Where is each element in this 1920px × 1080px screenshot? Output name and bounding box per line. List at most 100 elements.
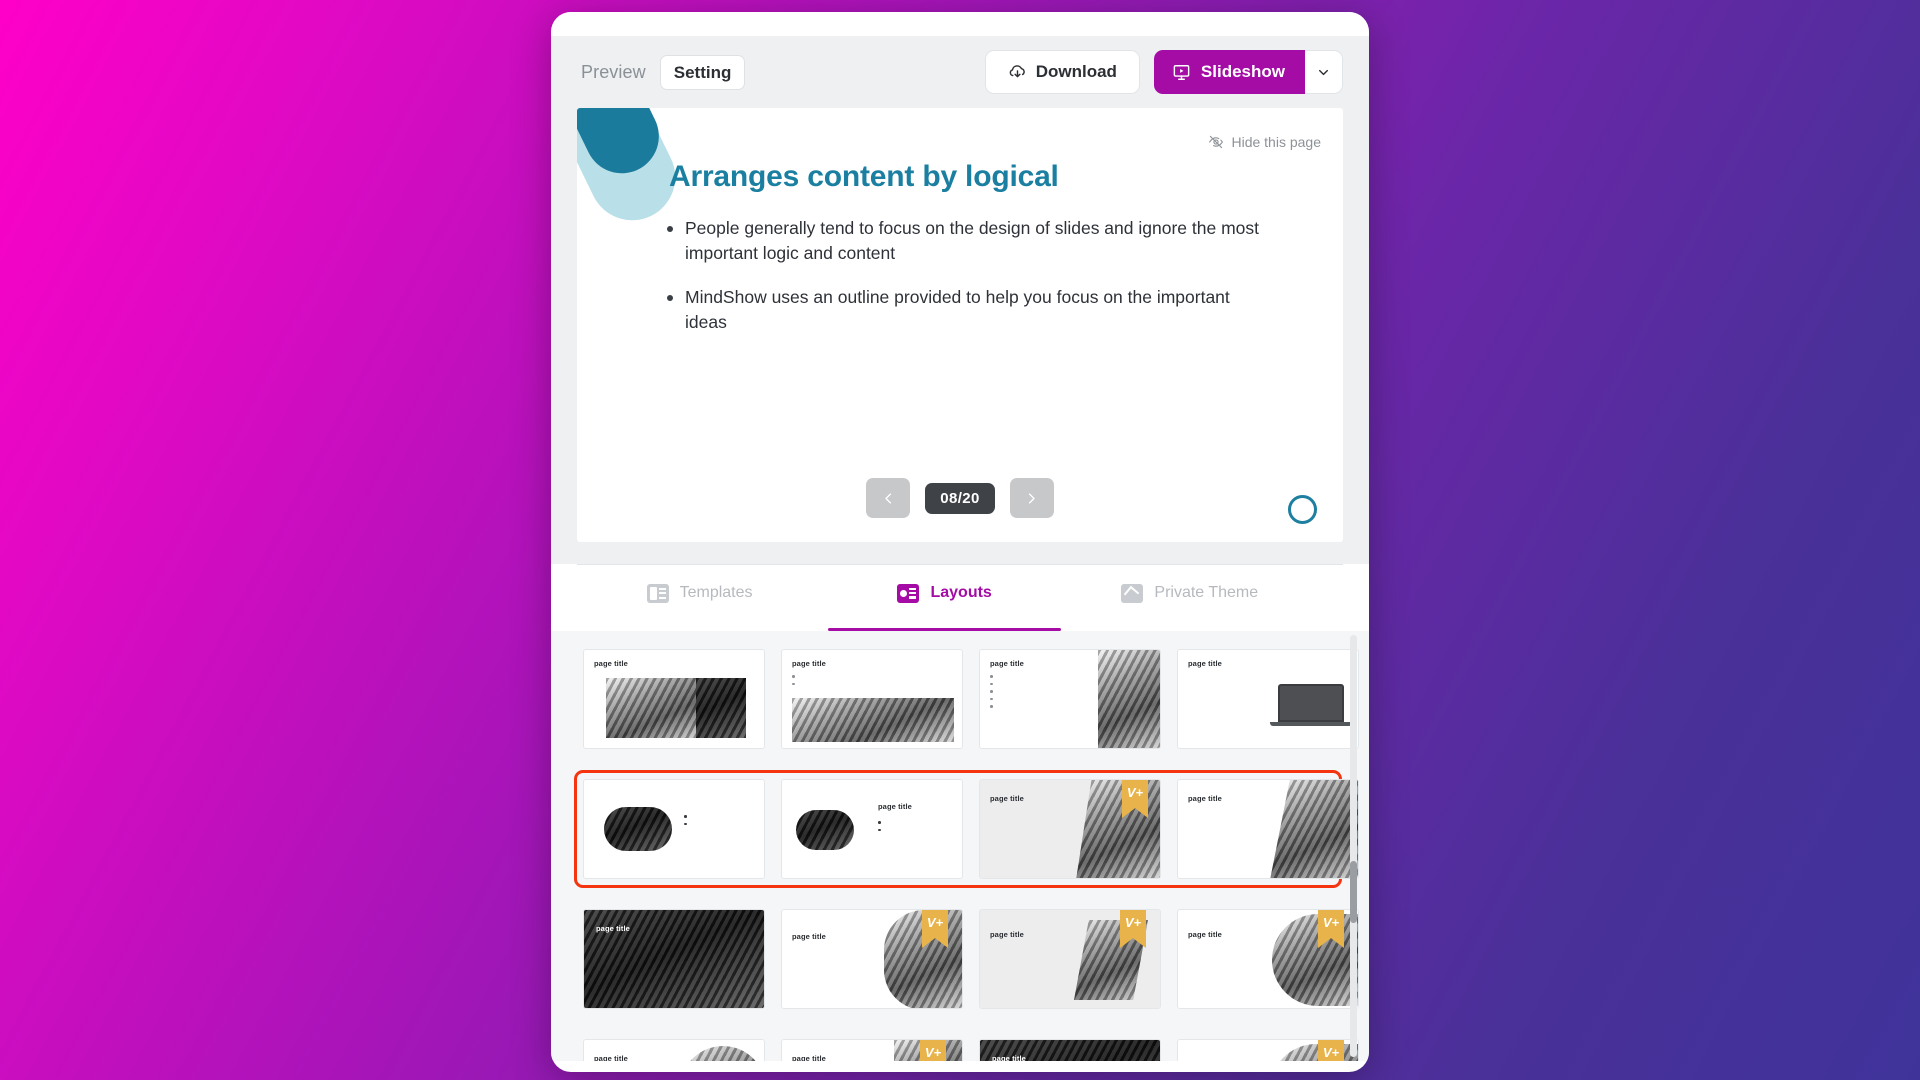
- laptop-screen-icon: [1278, 684, 1344, 722]
- tab-layouts[interactable]: Layouts: [822, 565, 1067, 631]
- thumbnail-page-title: page title: [878, 802, 912, 811]
- tab-setting[interactable]: Setting: [659, 54, 746, 90]
- chevron-down-icon: [1319, 69, 1328, 75]
- slideshow-dropdown-button[interactable]: [1305, 50, 1343, 94]
- tab-private-theme-label: Private Theme: [1154, 584, 1259, 601]
- tab-private-theme[interactable]: Private Theme: [1067, 565, 1312, 631]
- layout-thumbnail[interactable]: page title: [1177, 649, 1359, 749]
- thumbnail-page-title: page title: [990, 659, 1024, 668]
- thumbnail-row: page title page title V+ page title V+: [577, 1033, 1359, 1061]
- thumbnail-photo: [1272, 914, 1358, 1006]
- grid-scrollbar-thumb[interactable]: [1350, 861, 1357, 923]
- layout-thumbnail[interactable]: page title: [583, 649, 765, 749]
- laptop-base-icon: [1270, 722, 1352, 726]
- slide-bullet-item: MindShow uses an outline provided to hel…: [667, 285, 1267, 335]
- thumbnail-page-title: page title: [1188, 930, 1222, 939]
- bullet-dot-icon: [667, 226, 673, 232]
- layout-thumbnail[interactable]: page title: [979, 649, 1161, 749]
- layout-thumbnail[interactable]: page title: [781, 649, 963, 749]
- slide-pagination: 08/20: [577, 478, 1343, 518]
- slideshow-button[interactable]: Slideshow: [1153, 50, 1305, 94]
- thumbnail-page-title: page title: [1188, 794, 1222, 803]
- app-window: Preview Setting Download Slideshow Hide …: [551, 12, 1369, 1072]
- window-top-strip: [551, 12, 1369, 36]
- layout-bullets-icon: [897, 583, 920, 603]
- chevron-left-icon: [885, 492, 891, 504]
- thumbnail-caption-block: [696, 678, 746, 738]
- thumbnail-page-title: page title: [792, 1054, 826, 1061]
- cloud-download-icon: [1009, 64, 1025, 77]
- thumbnail-page-title: page title: [792, 659, 826, 668]
- slideshow-button-group: Slideshow: [1153, 50, 1343, 94]
- thumbnail-page-title: page title: [990, 794, 1024, 803]
- thumbnail-bullet-lines: [684, 814, 736, 829]
- thumbnail-photo: [680, 1046, 764, 1061]
- vip-badge: V+: [1318, 1040, 1344, 1061]
- thumbnail-photo: [792, 698, 954, 742]
- tab-templates-label: Templates: [679, 584, 753, 601]
- hide-this-page-button[interactable]: Hide this page: [1208, 134, 1321, 150]
- layout-thumbnail[interactable]: page title: [979, 1039, 1161, 1061]
- thumbnail-row: page title page title V+ page title V+ p…: [577, 903, 1359, 1015]
- decorative-circle-icon: [1288, 495, 1317, 524]
- layout-thumbnail[interactable]: page title: [781, 779, 963, 879]
- thumbnail-row: page title page title page title page ti…: [577, 643, 1359, 755]
- panel-tab-bar: Templates Layouts Private Theme: [551, 565, 1369, 631]
- tab-templates[interactable]: Templates: [577, 565, 822, 631]
- layout-thumbnail[interactable]: page title: [583, 909, 765, 1009]
- toolbar: Preview Setting Download Slideshow: [551, 36, 1369, 108]
- slide-preview-area: Hide this page Arranges content by logic…: [551, 108, 1369, 564]
- layout-thumbnail[interactable]: page title V+: [1177, 909, 1359, 1009]
- previous-page-button[interactable]: [866, 478, 911, 518]
- download-button-label: Download: [1035, 62, 1117, 81]
- thumbnail-photo: [1076, 780, 1160, 878]
- thumbnail-avatar: [604, 807, 672, 851]
- next-page-button[interactable]: [1009, 478, 1054, 518]
- thumbnail-page-title: page title: [990, 930, 1024, 939]
- page-indicator: 08/20: [925, 482, 995, 514]
- thumbnail-bullet-lines: [878, 820, 930, 835]
- hide-this-page-label: Hide this page: [1231, 134, 1321, 150]
- thumbnail-photo: [1098, 650, 1160, 748]
- slide-bullet-item: People generally tend to focus on the de…: [667, 216, 1267, 266]
- layout-thumbnail[interactable]: [583, 779, 765, 879]
- thumbnail-page-title: page title: [1188, 659, 1222, 668]
- layout-grid-rows: page title page title page title page ti…: [574, 643, 1359, 1061]
- layout-thumbnail[interactable]: page title V+: [979, 909, 1161, 1009]
- download-button[interactable]: Download: [984, 50, 1140, 94]
- tab-layouts-label: Layouts: [930, 584, 992, 601]
- eye-off-icon: [1209, 135, 1224, 149]
- private-theme-icon: [1121, 583, 1144, 603]
- vip-badge: V+: [920, 1040, 946, 1061]
- thumbnail-page-title: page title: [596, 924, 630, 933]
- thumbnail-avatar: [796, 810, 854, 850]
- thumbnail-bullet-lines: [792, 674, 952, 689]
- toolbar-left-group: Preview Setting: [577, 54, 746, 90]
- slide-bullet-text: People generally tend to focus on the de…: [685, 218, 1259, 263]
- template-layout-icon: [646, 583, 669, 603]
- bullet-dot-icon: [667, 294, 673, 301]
- layout-thumbnail[interactable]: V+: [1177, 1039, 1359, 1061]
- layout-thumbnail[interactable]: page title: [583, 1039, 765, 1061]
- thumbnail-photo: [1270, 1044, 1358, 1061]
- thumbnail-photo: [1270, 780, 1358, 878]
- chevron-right-icon: [1029, 492, 1035, 504]
- thumbnail-page-title: page title: [792, 932, 826, 941]
- layout-thumbnail-grid: page title page title page title page ti…: [551, 631, 1369, 1061]
- thumbnail-bullet-lines: [990, 674, 1088, 712]
- slide-bullet-text: MindShow uses an outline provided to hel…: [685, 286, 1230, 332]
- grid-scrollbar-track[interactable]: [1350, 635, 1357, 1057]
- slide-canvas[interactable]: Hide this page Arranges content by logic…: [577, 108, 1343, 542]
- slide-title: Arranges content by logical: [669, 160, 1059, 193]
- thumbnail-page-title: page title: [594, 1054, 628, 1061]
- thumbnail-page-title: page title: [594, 659, 628, 668]
- presentation-screen-icon: [1173, 64, 1190, 80]
- slide-bullet-list: People generally tend to focus on the de…: [667, 216, 1267, 353]
- layout-thumbnail[interactable]: page title V+: [781, 1039, 963, 1061]
- thumbnail-row-selected: page title page title V+ page title: [574, 770, 1359, 888]
- layout-thumbnail-active[interactable]: page title V+: [979, 779, 1161, 879]
- tab-preview[interactable]: Preview: [577, 55, 650, 90]
- layout-thumbnail[interactable]: page title V+: [781, 909, 963, 1009]
- layout-thumbnail[interactable]: page title: [1177, 779, 1359, 879]
- toolbar-right-group: Download Slideshow: [984, 50, 1343, 94]
